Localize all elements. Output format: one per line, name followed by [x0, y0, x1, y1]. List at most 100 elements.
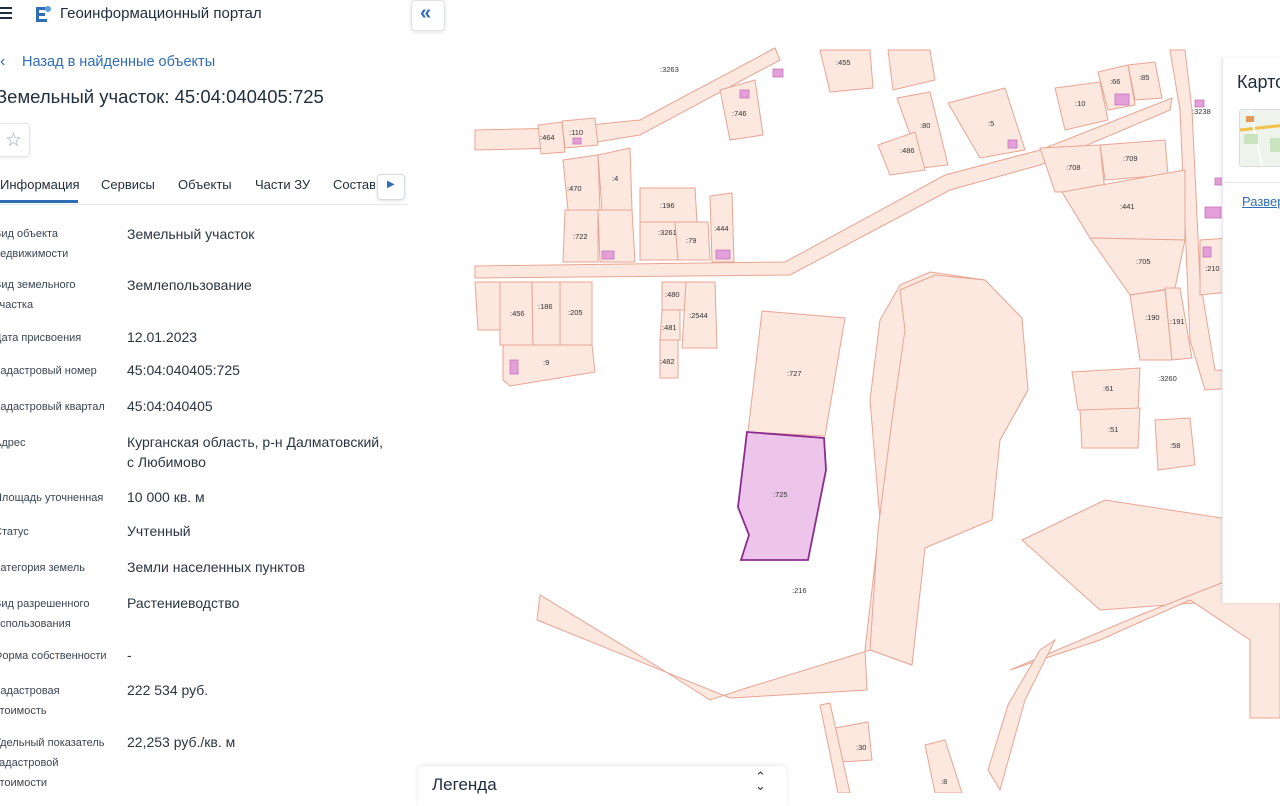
- field-value: Земельный участок: [127, 226, 255, 242]
- parcel-label: :481: [662, 323, 677, 332]
- field-label: Удельный показатель кадастровой стоимост…: [0, 737, 105, 789]
- back-to-results-link[interactable]: ‹ Назад в найденные объекты: [0, 53, 215, 71]
- parcel-label: :61: [1103, 384, 1113, 393]
- portal-title: Геоинформационный портал: [60, 5, 262, 22]
- parcel-label: :5: [988, 119, 994, 128]
- parcel-label: :470: [567, 184, 582, 193]
- parcel-label: :79: [686, 236, 696, 245]
- field-label: Вид земельного участка: [0, 279, 76, 311]
- parcel-label: :3261: [658, 228, 677, 237]
- top-bar: Геоинформационный портал: [0, 0, 410, 30]
- tab-services[interactable]: Сервисы: [101, 177, 155, 192]
- hamburger-menu-icon[interactable]: [0, 7, 12, 19]
- field-value: Растениеводство: [127, 595, 240, 611]
- parcel-label: :456: [510, 309, 525, 318]
- parcel-label: :3260: [1158, 374, 1177, 383]
- basemap-card-title: Карто: [1237, 72, 1280, 92]
- field-label: Кадастровая стоимость: [0, 685, 60, 717]
- expand-link[interactable]: Развер: [1242, 194, 1280, 209]
- parcel-label: :80: [920, 121, 930, 130]
- parcel-label: :10: [1075, 99, 1085, 108]
- parcel-label: :746: [732, 109, 747, 118]
- back-link-label: Назад в найденные объекты: [22, 54, 216, 70]
- parcel-label: :480: [665, 290, 680, 299]
- tabs-bar: Информация Сервисы Объекты Части ЗУ Сост…: [0, 174, 408, 205]
- parcel-label: :190: [1145, 313, 1160, 322]
- tabs-scroll-right-button[interactable]: ▶: [377, 174, 405, 200]
- parcel-label: :444: [714, 224, 729, 233]
- field-value: 10 000 кв. м: [127, 489, 205, 505]
- active-tab-indicator: [0, 200, 78, 203]
- parcel-label: :85: [1139, 73, 1149, 82]
- portal-logo-icon: [36, 6, 51, 22]
- field-label: Форма собственности: [0, 650, 107, 662]
- parcel-label: :722: [573, 232, 588, 241]
- field-label: Кадастровый номер: [0, 365, 97, 377]
- field-value: 12.01.2023: [127, 329, 198, 345]
- field-value: Учтенный: [127, 523, 191, 539]
- field-value: 222 534 руб.: [127, 682, 209, 698]
- field-label: Дата присвоения: [0, 332, 82, 344]
- legend-panel[interactable]: Легенда ⌃ ⌄: [418, 766, 787, 806]
- double-chevron-left-icon: «: [420, 2, 432, 24]
- parcel-label: :216: [792, 586, 807, 595]
- object-info-panel: Геоинформационный портал ‹ Назад в найден…: [0, 0, 410, 793]
- favorite-button[interactable]: ☆: [0, 123, 30, 157]
- parcel-label: :709: [1123, 154, 1138, 163]
- field-value: -: [127, 647, 132, 663]
- parcel-label: :9: [543, 358, 549, 367]
- parcel-label: :2544: [689, 311, 708, 320]
- basemap-card: Карто Развер: [1222, 58, 1280, 603]
- parcel-label: :4: [612, 174, 618, 183]
- parcel-label: :486: [900, 146, 915, 155]
- field-label: Площадь уточненная: [0, 492, 104, 504]
- field-label: Категория земель: [0, 562, 85, 574]
- parcel-label: :196: [660, 201, 675, 210]
- parcel-label: :58: [1170, 441, 1180, 450]
- field-value: 45:04:040405: [127, 398, 213, 414]
- chevron-left-icon: ‹: [0, 53, 6, 70]
- field-label: Статус: [0, 526, 29, 538]
- parcel-label: :205: [568, 308, 583, 317]
- legend-title: Легенда: [432, 775, 497, 794]
- basemap-thumbnail[interactable]: [1239, 109, 1280, 167]
- field-label: Вид объекта недвижимости: [0, 228, 69, 260]
- parcel-label: :464: [540, 133, 555, 142]
- caret-right-icon: ▶: [387, 179, 395, 190]
- collapse-panel-button[interactable]: «: [411, 0, 445, 31]
- map-thumbnail-icon: [1240, 110, 1280, 166]
- field-value: Землепользование: [127, 277, 252, 293]
- parcel-label: :705: [1136, 257, 1151, 266]
- star-icon: ☆: [5, 130, 23, 151]
- parcel-label: :3263: [660, 65, 679, 74]
- field-value: 22,253 руб./кв. м: [127, 734, 236, 750]
- parcel-label: :441: [1120, 202, 1135, 211]
- field-value: 45:04:040405:725: [127, 362, 240, 378]
- parcel-label: :66: [1110, 77, 1120, 86]
- tab-information[interactable]: Информация: [0, 177, 80, 192]
- parcel-label: :186: [538, 302, 553, 311]
- parcel-label: :30: [856, 743, 866, 752]
- parcel-label: :110: [569, 128, 583, 137]
- card-divider: [1223, 182, 1280, 183]
- parcel-label: :8: [941, 777, 947, 786]
- field-value: Курганская область, р-н Далматовский, с …: [127, 434, 383, 470]
- tab-composition[interactable]: Состав: [333, 177, 375, 192]
- tab-objects[interactable]: Объекты: [178, 177, 232, 192]
- parcel-label: :51: [1108, 425, 1118, 434]
- legend-expand-icon[interactable]: ⌃ ⌄: [755, 770, 766, 792]
- parcel-label: :708: [1066, 163, 1081, 172]
- parcel-label: :191: [1170, 317, 1185, 326]
- field-value: Земли населенных пунктов: [127, 559, 306, 575]
- tab-parts[interactable]: Части ЗУ: [255, 177, 310, 192]
- parcel-label: :455: [836, 58, 851, 67]
- parcel-label: :482: [660, 357, 675, 366]
- field-label: Вид разрешенного использования: [0, 598, 90, 630]
- parcel-label: :725: [773, 490, 788, 499]
- field-label: Кадастровый квартал: [0, 401, 105, 413]
- page-title: Земельный участок: 45:04:040405:725: [0, 86, 324, 107]
- parcel-label: :210: [1205, 264, 1220, 273]
- field-label: Адрес: [0, 437, 26, 449]
- parcel-label: :727: [787, 369, 802, 378]
- parcel-label: :3238: [1192, 107, 1211, 116]
